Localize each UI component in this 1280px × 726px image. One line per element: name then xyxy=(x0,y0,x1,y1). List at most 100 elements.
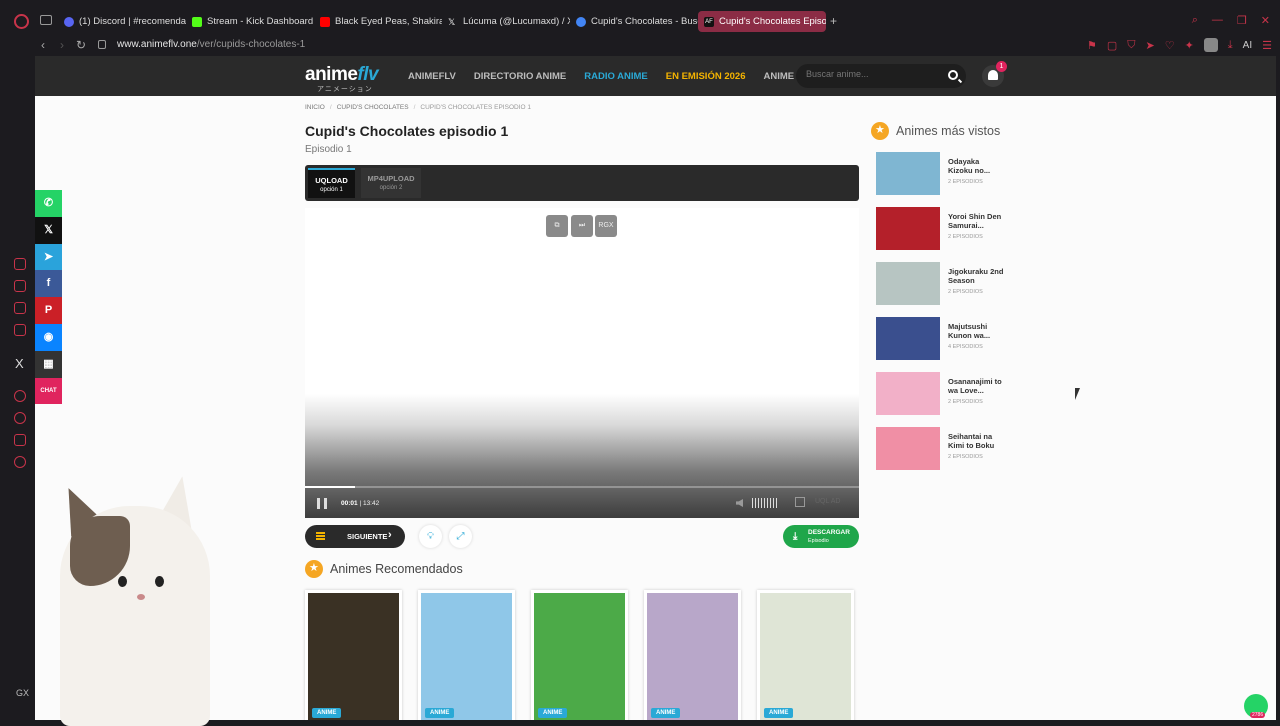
anime-name: Seihantai na Kimi to Boku xyxy=(948,432,995,450)
download-title: DESCARGAR xyxy=(808,529,850,536)
player-brand: UQL AD xyxy=(815,498,841,505)
progress-bar[interactable] xyxy=(305,486,859,488)
tab-menu-icon[interactable] xyxy=(40,15,52,25)
sidebar-mail-icon[interactable] xyxy=(14,324,26,336)
recommended-title: Animes Recomendados xyxy=(330,562,463,576)
lock-icon xyxy=(98,40,106,49)
volume-slider[interactable] xyxy=(752,498,779,508)
nav-radio[interactable]: RADIO ANIME xyxy=(584,71,648,82)
whatsapp-share-icon[interactable]: ✆ xyxy=(35,190,62,217)
tab-animeflv-active[interactable]: AF Cupid's Chocolates Episod xyxy=(698,11,826,32)
most-viewed-title: Animes más vistos xyxy=(896,124,1001,138)
server-tab-uqload[interactable]: UQLOAD opción 1 xyxy=(308,168,355,198)
breadcrumb-home[interactable]: INICIO xyxy=(305,104,325,111)
tab-google[interactable]: Cupid's Chocolates - Busc xyxy=(570,11,698,32)
nav-emision[interactable]: EN EMISIÓN 2026 xyxy=(666,71,746,82)
aria-ai-button[interactable]: AI xyxy=(1243,40,1252,51)
tab-x[interactable]: 𝕏 Lúcuma (@Lucumaxd) / X xyxy=(442,11,570,32)
new-tab-button[interactable]: + xyxy=(830,11,837,32)
tab-kick[interactable]: Stream - Kick Dashboard xyxy=(186,11,314,32)
send-icon[interactable]: ➤ xyxy=(1145,39,1154,52)
google-icon xyxy=(576,16,586,27)
notification-badge: 1 xyxy=(996,61,1007,72)
skip-icon[interactable]: ⏭ xyxy=(571,215,593,237)
speed-button[interactable]: RGX xyxy=(595,215,617,237)
recommended-card[interactable]: ANIME xyxy=(418,590,515,720)
server-tab-mp4upload[interactable]: MP4UPLOAD opción 2 xyxy=(361,168,421,198)
menu-icon[interactable]: ☰ xyxy=(1262,39,1272,52)
anime-thumbnail xyxy=(876,207,940,250)
pip-icon[interactable]: ⧉ xyxy=(546,215,568,237)
anime-thumbnail xyxy=(876,262,940,305)
tab-discord[interactable]: (1) Discord | #recomendaci xyxy=(58,11,186,32)
most-viewed-item[interactable]: Seihantai na Kimi to Boku 2 EPISODIOS xyxy=(876,427,1026,482)
back-icon[interactable]: ‹ xyxy=(41,38,45,52)
sidebar-settings-icon[interactable] xyxy=(14,456,26,468)
breadcrumb-anime[interactable]: CUPID'S CHOCOLATES xyxy=(337,104,409,111)
sidebar-history-icon[interactable] xyxy=(14,412,26,424)
forward-icon[interactable]: › xyxy=(60,38,64,52)
search-tabs-icon[interactable]: ⌕ xyxy=(1192,14,1198,27)
most-viewed-item[interactable]: Jigokuraku 2nd Season 2 EPISODIOS xyxy=(876,262,1026,317)
messenger-share-icon[interactable]: ◉ xyxy=(35,323,62,351)
recommended-card[interactable]: ANIME xyxy=(305,590,402,720)
tab-label: Cupid's Chocolates Episod xyxy=(719,16,826,27)
bookmark-icon[interactable]: ⚑ xyxy=(1087,39,1097,52)
tab-label: Stream - Kick Dashboard xyxy=(207,16,314,27)
next-episode-button[interactable]: SIGUIENTE › xyxy=(305,525,405,548)
fullscreen-icon[interactable] xyxy=(795,497,805,507)
sidebar-crypto-icon[interactable] xyxy=(14,280,26,292)
server-name: UQLOAD xyxy=(315,176,348,185)
maximize-icon[interactable]: ❐ xyxy=(1237,14,1247,27)
sidebar-gx-corner-icon[interactable] xyxy=(14,302,26,314)
download-label: DESCARGAR Episodio xyxy=(808,529,850,545)
close-icon[interactable]: ✕ xyxy=(1261,14,1270,27)
most-viewed-item[interactable]: Odayaka Kizoku no... 2 EPISODIOS xyxy=(876,152,1026,207)
tab-youtube[interactable]: Black Eyed Peas, Shakira xyxy=(314,11,442,32)
anime-cover-image xyxy=(308,593,399,720)
download-icon[interactable]: ⤓ xyxy=(1228,39,1233,52)
vpn-shield-icon[interactable]: ⛉ xyxy=(1127,39,1135,52)
heart-icon[interactable]: ♡ xyxy=(1165,39,1175,52)
video-player[interactable]: ⧉ ⏭ RGX 00:01 | 13:42 UQL AD xyxy=(305,208,859,518)
search-icon[interactable] xyxy=(948,70,958,80)
url-field[interactable]: www.animeflv.one/ver/cupids-chocolates-1 xyxy=(117,39,305,50)
most-viewed-list: Odayaka Kizoku no... 2 EPISODIOS Yoroi Shi… xyxy=(876,152,1026,482)
sidebar-extensions-icon[interactable] xyxy=(14,434,26,446)
opera-logo-icon[interactable] xyxy=(14,14,29,29)
x-share-icon[interactable]: 𝕏 xyxy=(35,216,62,244)
most-viewed-item[interactable]: Osananajimi to wa Love... 2 EPISODIOS xyxy=(876,372,1026,427)
reload-icon[interactable]: ↻ xyxy=(76,38,86,52)
notifications-button[interactable]: 1 xyxy=(982,61,1007,87)
most-viewed-item[interactable]: Yoroi Shin Den Samurai... 2 EPISODIOS xyxy=(876,207,1026,262)
sidebar-player-icon[interactable] xyxy=(14,390,26,402)
anime-name: Majutsushi Kunon wa... xyxy=(948,322,991,340)
recommended-card[interactable]: ANIME xyxy=(531,590,628,720)
telegram-share-icon[interactable]: ➤ xyxy=(35,243,62,271)
chat-button[interactable]: CHAT xyxy=(35,377,62,405)
most-viewed-item[interactable]: Majutsushi Kunon wa... 4 EPISODIOS xyxy=(876,317,1026,372)
volume-icon[interactable] xyxy=(736,499,743,507)
recommended-card[interactable]: ANIME xyxy=(757,590,854,720)
search-input[interactable] xyxy=(806,69,936,79)
expand-icon[interactable]: ⤢ xyxy=(449,525,472,548)
recommended-card[interactable]: ANIME xyxy=(644,590,741,720)
lightbulb-icon[interactable]: 💡︎ xyxy=(419,525,442,548)
profile-avatar[interactable] xyxy=(1203,38,1218,52)
tab-label: (1) Discord | #recomendaci xyxy=(79,16,186,27)
nav-directorio[interactable]: DIRECTORIO ANIME xyxy=(474,71,566,82)
sidebar-aria-icon[interactable] xyxy=(14,258,26,270)
animeflv-icon: AF xyxy=(704,16,714,27)
download-button[interactable]: ⤓ DESCARGAR Episodio xyxy=(783,525,859,548)
minimize-icon[interactable]: — xyxy=(1212,14,1223,27)
page-title: Cupid's Chocolates episodio 1 xyxy=(305,123,509,139)
pause-icon[interactable] xyxy=(317,498,327,509)
snapshot-icon[interactable]: ▢ xyxy=(1107,39,1117,52)
extensions-icon[interactable]: ✦ xyxy=(1185,39,1194,52)
sidebar-x-icon[interactable]: X xyxy=(15,356,24,371)
pinterest-share-icon[interactable]: P xyxy=(35,297,62,324)
site-logo[interactable]: animeflv アニメーション xyxy=(305,64,379,93)
qr-share-icon[interactable]: ▦ xyxy=(35,350,62,378)
facebook-share-icon[interactable]: f xyxy=(35,270,62,298)
nav-animeflv[interactable]: ANIMEFLV xyxy=(408,71,456,82)
